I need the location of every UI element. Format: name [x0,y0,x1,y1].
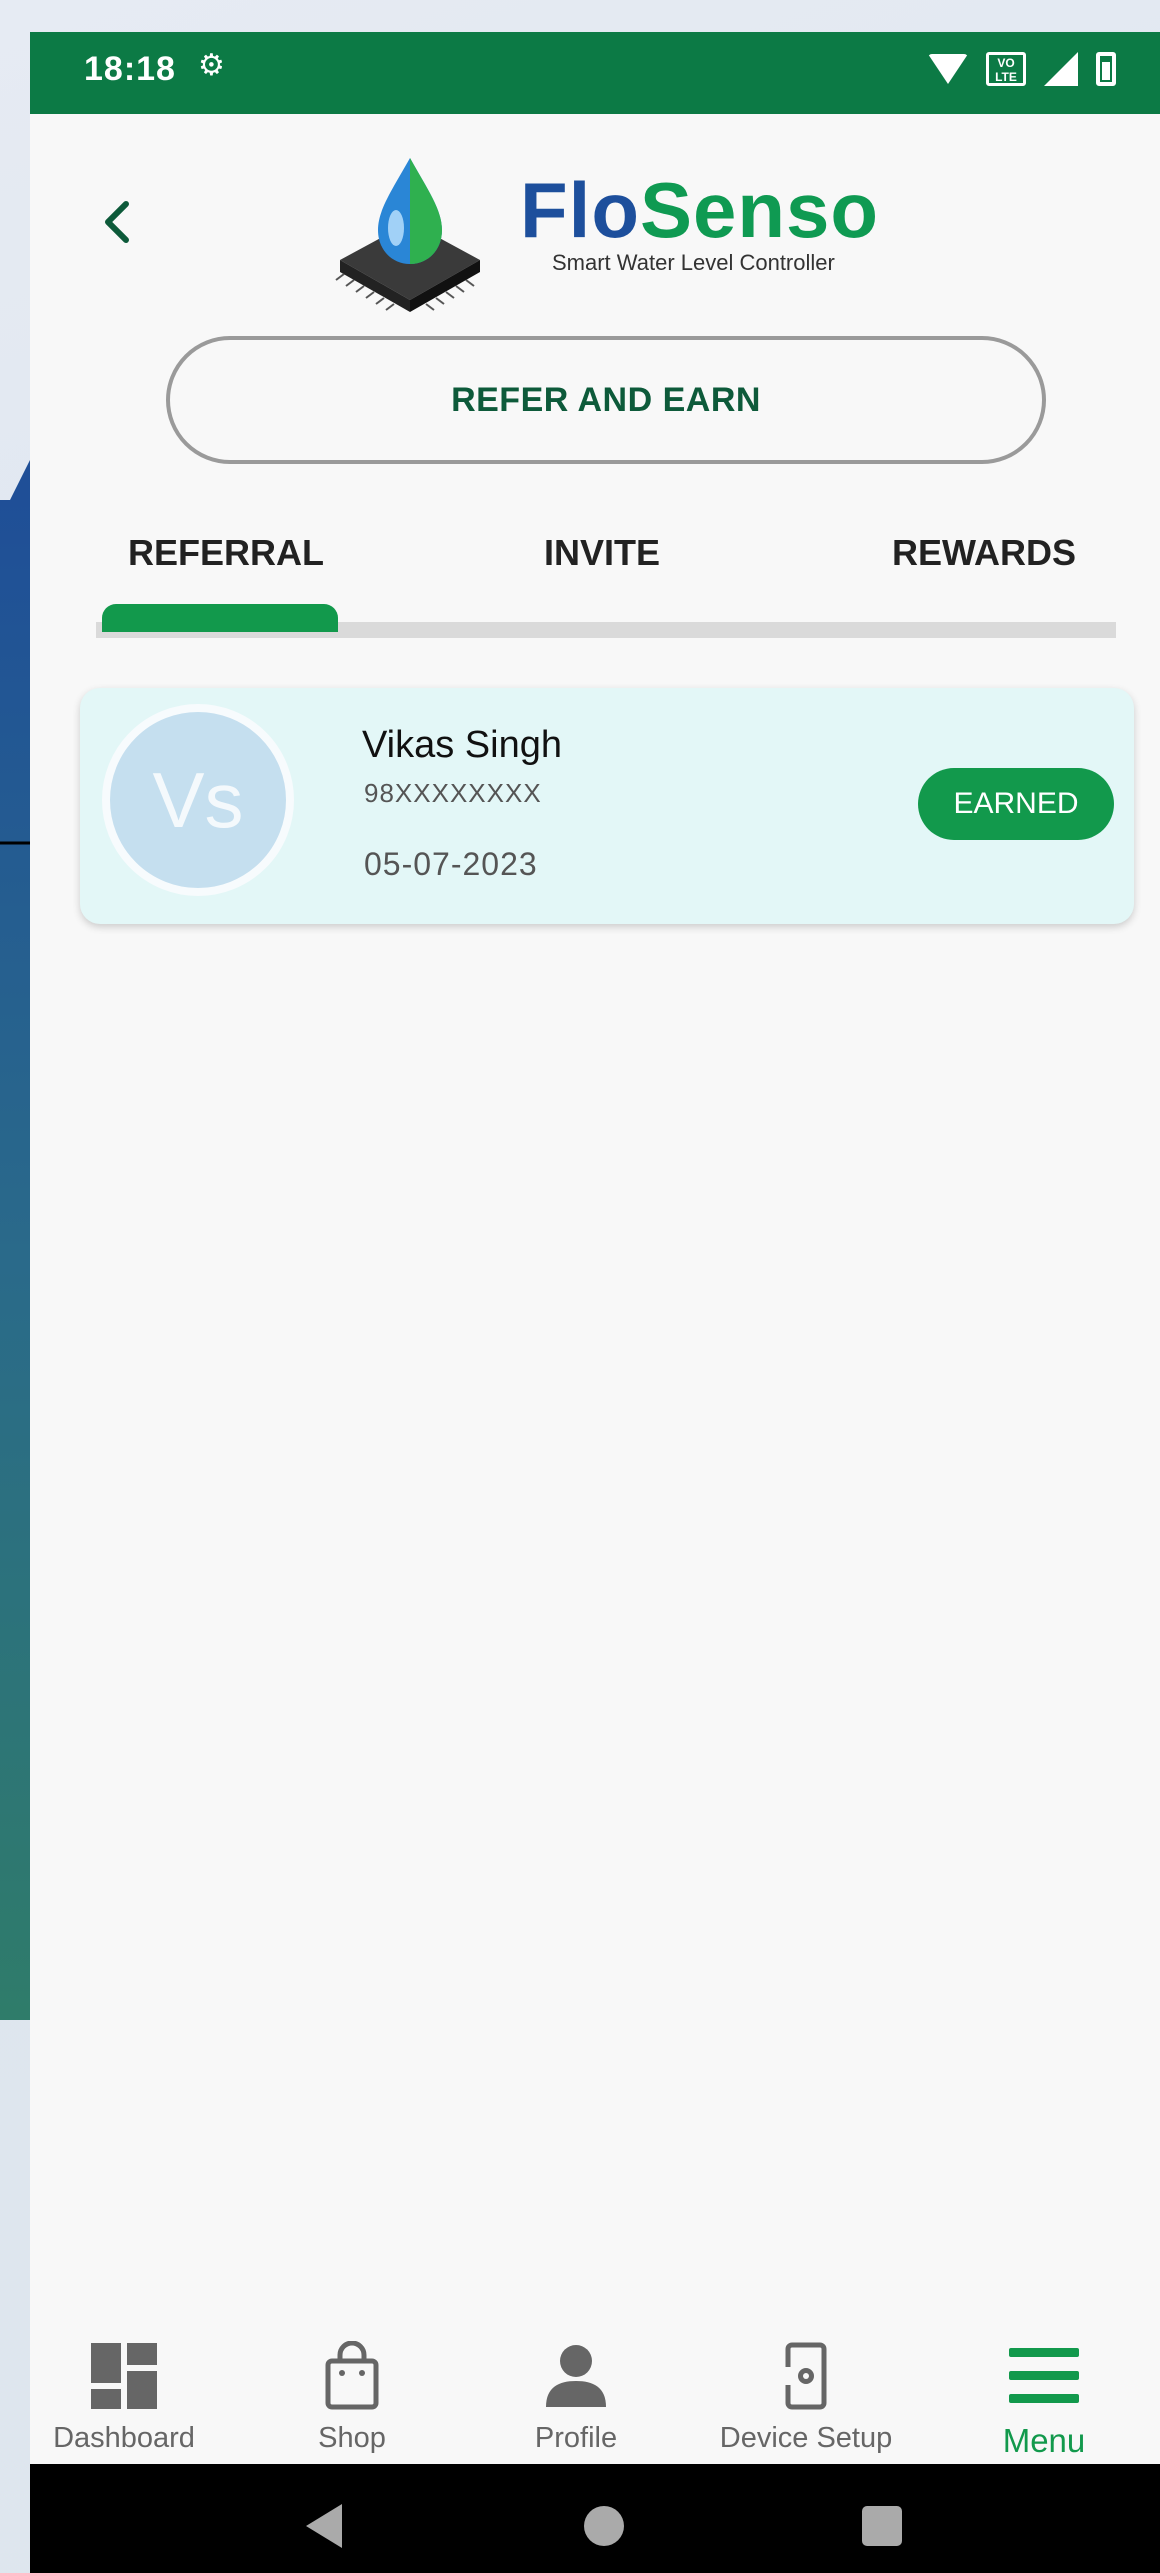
system-home-icon[interactable] [584,2506,624,2546]
device-setup-icon [778,2342,827,2410]
settings-notification-icon: ⚙ [198,49,225,82]
referral-date: 05-07-2023 [364,846,538,882]
dashboard-icon [91,2343,157,2409]
system-navigation-bar [30,2464,1160,2573]
page-title: REFER AND EARN [166,336,1046,464]
brand-logo: FloSenso Smart Water Level Controller [520,170,879,276]
signal-icon [1044,52,1078,86]
tab-rewards[interactable]: REWARDS [892,532,1076,574]
nav-profile-label: Profile [534,2422,618,2454]
chevron-left-icon [105,201,129,243]
brand-name-part1: Flo [520,166,640,254]
nav-shop[interactable]: Shop [252,2322,452,2455]
referral-card[interactable]: Vs Vikas Singh 98XXXXXXXX 05-07-2023 EAR… [80,688,1134,924]
nav-dashboard-label: Dashboard [53,2422,195,2454]
background-decoration [0,500,30,2020]
volte-icon: VO LTE [986,52,1026,86]
menu-icon [1009,2348,1079,2403]
referral-name: Vikas Singh [362,724,562,766]
status-icons: VO LTE [928,52,1116,86]
status-badge: EARNED [918,768,1114,840]
shopping-bag-icon [325,2341,379,2410]
nav-device-setup-label: Device Setup [719,2422,893,2454]
system-back-icon[interactable] [306,2504,342,2548]
nav-device-setup[interactable]: Device Setup [706,2322,906,2455]
back-button[interactable] [88,192,148,252]
nav-menu-label: Menu [1002,2422,1086,2459]
avatar: Vs [102,704,294,896]
person-icon [546,2345,606,2407]
tab-invite[interactable]: INVITE [544,532,660,574]
battery-icon [1096,52,1116,86]
brand-tagline: Smart Water Level Controller [552,250,835,275]
system-recents-icon[interactable] [862,2506,902,2546]
brand-name-part2: Senso [639,166,880,254]
active-tab-indicator [102,604,338,632]
nav-shop-label: Shop [318,2422,386,2454]
tab-referral[interactable]: REFERRAL [128,532,324,574]
status-bar: 18:18 ⚙ VO LTE [30,32,1160,114]
flosenso-logo-icon [335,158,480,312]
nav-dashboard[interactable]: Dashboard [30,2322,224,2455]
wifi-icon [928,54,968,84]
phone-screen: 18:18 ⚙ VO LTE FloSenso Smart Water Leve… [30,32,1160,2573]
status-time: 18:18 [84,50,176,88]
nav-menu[interactable]: Menu [944,2322,1144,2460]
referral-phone: 98XXXXXXXX [364,778,542,808]
nav-profile[interactable]: Profile [476,2322,676,2455]
